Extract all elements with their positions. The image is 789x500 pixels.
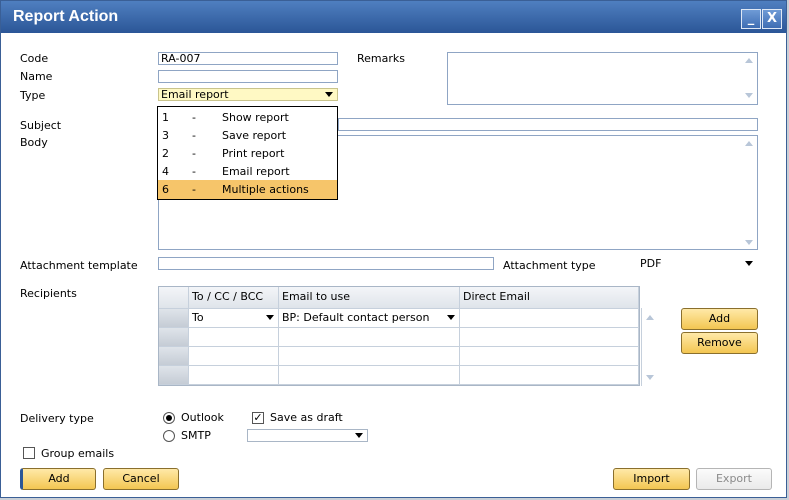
chevron-down-icon bbox=[447, 315, 455, 320]
grid-cell[interactable] bbox=[460, 328, 639, 347]
type-select[interactable]: Email report bbox=[158, 88, 338, 101]
scroll-up-icon[interactable] bbox=[745, 58, 753, 63]
report-action-window: Report Action _ X Code Name Type Subject… bbox=[0, 0, 787, 498]
attachment-type-label: Attachment type bbox=[503, 259, 596, 272]
grid-cell[interactable] bbox=[460, 347, 639, 366]
delivery-type-label: Delivery type bbox=[20, 412, 94, 425]
close-button[interactable]: X bbox=[762, 9, 782, 29]
window-title: Report Action bbox=[13, 8, 119, 25]
scroll-down-icon[interactable] bbox=[646, 375, 654, 380]
code-input[interactable]: RA-007 bbox=[158, 52, 338, 65]
smtp-label: SMTP bbox=[181, 429, 211, 442]
email-to-use-value: BP: Default contact person bbox=[282, 311, 430, 324]
recipients-label: Recipients bbox=[20, 287, 77, 300]
grid-cell[interactable] bbox=[279, 347, 460, 366]
grid-cell[interactable] bbox=[279, 366, 460, 385]
option-code: 1 bbox=[162, 111, 169, 124]
attachment-type-select[interactable]: PDF bbox=[637, 257, 758, 270]
attachment-type-value: PDF bbox=[640, 257, 662, 270]
type-select-value: Email report bbox=[161, 88, 229, 101]
option-code: 2 bbox=[162, 147, 169, 160]
chevron-down-icon bbox=[325, 92, 333, 97]
remove-recipient-button[interactable]: Remove bbox=[681, 332, 758, 354]
grid-cell[interactable] bbox=[189, 328, 279, 347]
grid-cell[interactable] bbox=[189, 347, 279, 366]
grid-cell[interactable] bbox=[460, 366, 639, 385]
grid-header-email-to-use[interactable]: Email to use bbox=[279, 287, 460, 309]
body-scrollbar[interactable] bbox=[741, 136, 757, 249]
row-selector[interactable] bbox=[159, 347, 189, 366]
type-option-print-report[interactable]: 2 - Print report bbox=[158, 144, 337, 163]
export-button[interactable]: Export bbox=[696, 468, 772, 490]
smtp-account-select[interactable] bbox=[247, 429, 368, 442]
chevron-down-icon bbox=[745, 261, 753, 266]
type-option-multiple-actions[interactable]: 6 - Multiple actions bbox=[158, 180, 337, 199]
subject-label: Subject bbox=[20, 119, 62, 132]
outlook-radio[interactable] bbox=[163, 412, 175, 424]
recipient-type-select[interactable]: To bbox=[189, 309, 279, 328]
option-code: 6 bbox=[162, 183, 169, 196]
option-label: Show report bbox=[222, 111, 289, 124]
option-label: Multiple actions bbox=[222, 183, 309, 196]
email-to-use-select[interactable]: BP: Default contact person bbox=[279, 309, 460, 328]
option-code: 4 bbox=[162, 165, 169, 178]
option-separator: - bbox=[192, 165, 196, 178]
name-label: Name bbox=[20, 70, 53, 83]
group-emails-checkbox[interactable] bbox=[23, 447, 35, 459]
row-selector[interactable] bbox=[159, 309, 189, 328]
remarks-label: Remarks bbox=[357, 52, 405, 65]
grid-header-direct-email[interactable]: Direct Email bbox=[460, 287, 639, 309]
chevron-down-icon bbox=[355, 433, 363, 438]
remarks-scrollbar[interactable] bbox=[741, 53, 757, 104]
scroll-up-icon[interactable] bbox=[646, 315, 654, 320]
type-dropdown-list: 1 - Show report 3 - Save report 2 - Prin… bbox=[157, 106, 338, 200]
grid-scrollbar[interactable] bbox=[641, 308, 660, 386]
outlook-label: Outlook bbox=[181, 411, 224, 424]
cancel-button[interactable]: Cancel bbox=[103, 468, 179, 490]
chevron-down-icon bbox=[266, 315, 274, 320]
direct-email-cell[interactable] bbox=[460, 309, 639, 328]
type-label: Type bbox=[20, 89, 46, 102]
import-button[interactable]: Import bbox=[613, 468, 690, 490]
recipients-grid: To / CC / BCC Email to use Direct Email … bbox=[158, 286, 640, 386]
grid-header-to-cc-bcc[interactable]: To / CC / BCC bbox=[189, 287, 279, 309]
option-separator: - bbox=[192, 183, 196, 196]
save-as-draft-label: Save as draft bbox=[270, 411, 343, 424]
type-option-show-report[interactable]: 1 - Show report bbox=[158, 108, 337, 127]
recipient-type-value: To bbox=[192, 311, 204, 324]
attachment-template-label: Attachment template bbox=[20, 259, 138, 272]
option-separator: - bbox=[192, 129, 196, 142]
option-separator: - bbox=[192, 111, 196, 124]
minimize-button[interactable]: _ bbox=[741, 9, 761, 29]
option-label: Email report bbox=[222, 165, 290, 178]
name-input[interactable] bbox=[158, 70, 338, 83]
title-bar[interactable]: Report Action _ X bbox=[1, 1, 786, 33]
scroll-down-icon[interactable] bbox=[745, 240, 753, 245]
grid-cell[interactable] bbox=[189, 366, 279, 385]
row-selector[interactable] bbox=[159, 366, 189, 385]
type-option-email-report[interactable]: 4 - Email report bbox=[158, 162, 337, 181]
remarks-textarea[interactable] bbox=[447, 52, 758, 105]
scroll-up-icon[interactable] bbox=[745, 141, 753, 146]
grid-corner bbox=[159, 287, 189, 309]
subject-input[interactable] bbox=[338, 118, 758, 131]
option-label: Save report bbox=[222, 129, 287, 142]
scroll-down-icon[interactable] bbox=[745, 93, 753, 98]
option-label: Print report bbox=[222, 147, 285, 160]
body-label: Body bbox=[20, 136, 48, 149]
smtp-radio[interactable] bbox=[163, 430, 175, 442]
grid-cell[interactable] bbox=[279, 328, 460, 347]
add-recipient-button[interactable]: Add bbox=[681, 308, 758, 330]
attachment-template-input[interactable] bbox=[158, 257, 494, 270]
save-as-draft-checkbox[interactable]: ✓ bbox=[252, 412, 264, 424]
type-option-save-report[interactable]: 3 - Save report bbox=[158, 126, 337, 145]
option-code: 3 bbox=[162, 129, 169, 142]
option-separator: - bbox=[192, 147, 196, 160]
group-emails-label: Group emails bbox=[41, 447, 115, 460]
code-label: Code bbox=[20, 52, 49, 65]
add-button[interactable]: Add bbox=[20, 468, 96, 490]
row-selector[interactable] bbox=[159, 328, 189, 347]
